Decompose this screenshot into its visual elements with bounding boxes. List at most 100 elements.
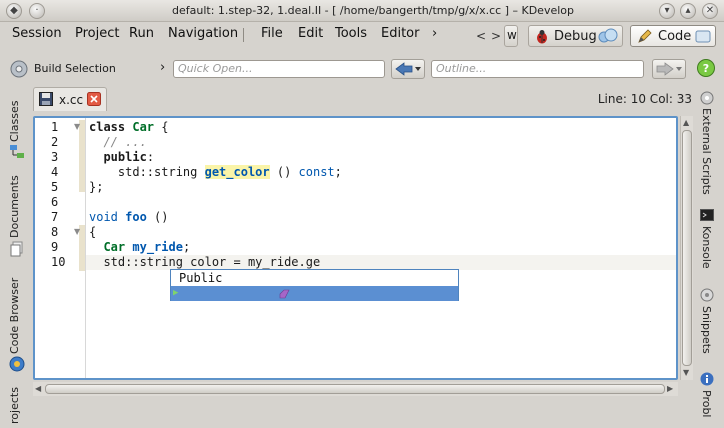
completion-group-header: Public bbox=[179, 271, 223, 285]
back-arrow-icon bbox=[395, 62, 421, 76]
konsole-icon[interactable] bbox=[700, 208, 714, 222]
menu-session[interactable]: Session bbox=[12, 26, 62, 41]
close-document-icon[interactable] bbox=[87, 92, 101, 106]
line-number: 6 bbox=[51, 195, 59, 209]
gutter-border bbox=[85, 118, 86, 378]
minimize-icon[interactable]: ▾ bbox=[659, 3, 675, 19]
scroll-down-icon[interactable]: ▼ bbox=[683, 368, 689, 377]
document-tab-label: x.cc bbox=[59, 93, 84, 107]
code-line[interactable]: Car my_ride; bbox=[89, 240, 190, 255]
problems-info-icon[interactable] bbox=[700, 372, 714, 386]
vertical-scroll-thumb[interactable] bbox=[682, 130, 692, 366]
left-dock-tab-classes[interactable]: Classes bbox=[8, 94, 21, 142]
left-dock-tab-code-browser[interactable]: Code Browser bbox=[8, 268, 21, 354]
code-line[interactable]: }; bbox=[89, 180, 103, 195]
quick-open-input[interactable]: Quick Open... bbox=[173, 60, 385, 78]
completion-item-qualifier: const bbox=[387, 361, 424, 375]
right-dock-tab-external-scripts[interactable]: External Scripts bbox=[700, 108, 713, 200]
code-line[interactable]: public: bbox=[89, 150, 154, 165]
toolbar-expand-icon[interactable]: › bbox=[160, 60, 165, 75]
completion-item-name: get_color() bbox=[297, 346, 377, 360]
menu-tools[interactable]: Tools bbox=[335, 26, 367, 41]
right-dock-tab-konsole[interactable]: Konsole bbox=[700, 226, 713, 278]
title-bar: ◆ · default: 1.step-32, 1.deal.II - [ /h… bbox=[0, 0, 724, 22]
scroll-up-icon[interactable]: ▲ bbox=[683, 118, 689, 127]
pencil-icon bbox=[638, 29, 652, 43]
code-line[interactable]: std::string get_color () const; bbox=[89, 165, 342, 180]
menu-file[interactable]: File bbox=[261, 26, 283, 41]
menu-overflow[interactable]: › bbox=[432, 26, 437, 41]
completion-item-type: std::string bbox=[187, 316, 267, 330]
area-truncated-label: w bbox=[507, 28, 517, 42]
fold-toggle-icon[interactable]: ▼ bbox=[74, 227, 80, 236]
document-tab-x-cc[interactable]: x.cc bbox=[33, 87, 107, 111]
cursor-position-label: Line: 10 Col: 33 bbox=[597, 92, 692, 106]
code-line[interactable]: std::string color = my_ride.ge bbox=[89, 255, 320, 270]
line-number: 3 bbox=[51, 150, 59, 164]
svg-text:?: ? bbox=[703, 62, 709, 75]
build-selection-label[interactable]: Build Selection bbox=[34, 62, 116, 75]
code-line[interactable]: class Car { bbox=[89, 120, 169, 135]
code-line[interactable]: { bbox=[89, 225, 96, 240]
menu-project[interactable]: Project bbox=[75, 26, 119, 41]
menu-navigation[interactable]: Navigation bbox=[168, 26, 238, 41]
left-dock-tab-documents[interactable]: Documents bbox=[8, 174, 21, 238]
window-title: default: 1.step-32, 1.deal.II - [ /home/… bbox=[172, 4, 574, 17]
code-area-app-icon bbox=[695, 30, 711, 43]
code-browser-icon[interactable] bbox=[9, 356, 25, 372]
editor-horizontal-scrollbar[interactable]: ◀ ▶ bbox=[33, 382, 678, 396]
bug-icon bbox=[537, 30, 547, 44]
menu-separator bbox=[243, 28, 244, 42]
documents-icon[interactable] bbox=[10, 241, 24, 257]
line-number: 1 bbox=[51, 120, 59, 134]
code-area-label: Code bbox=[658, 29, 692, 44]
code-line[interactable]: // ... bbox=[89, 135, 146, 150]
classes-icon[interactable] bbox=[9, 144, 25, 160]
line-number: 4 bbox=[51, 165, 59, 179]
code-editor[interactable]: 1 2 3 4 5 6 7 8 9 10 ▼ ▼ class Car { // … bbox=[33, 116, 678, 380]
close-icon[interactable]: ✕ bbox=[702, 3, 718, 19]
horizontal-scroll-thumb[interactable] bbox=[45, 384, 665, 394]
method-icon bbox=[279, 289, 290, 299]
fold-toggle-icon[interactable]: ▼ bbox=[74, 122, 80, 131]
external-scripts-icon[interactable] bbox=[700, 91, 714, 105]
line-number: 7 bbox=[51, 210, 59, 224]
line-number: 10 bbox=[51, 255, 66, 269]
maximize-icon[interactable]: ▴ bbox=[680, 3, 696, 19]
cloud-icon bbox=[598, 28, 618, 43]
outline-input[interactable]: Outline... bbox=[431, 60, 644, 78]
area-truncated-button[interactable]: w bbox=[504, 25, 518, 47]
right-dock-tab-problems[interactable]: Probl bbox=[700, 390, 713, 426]
editor-vertical-scrollbar[interactable]: ▲ ▼ bbox=[680, 116, 693, 380]
scroll-left-icon[interactable]: ◀ bbox=[35, 384, 41, 393]
completion-item-selected[interactable]: ▶ std::string get_color() const bbox=[171, 286, 458, 375]
line-number: 2 bbox=[51, 135, 59, 149]
expand-arrow-icon: ▶ bbox=[173, 288, 179, 298]
line-number: 8 bbox=[51, 225, 59, 239]
menu-edit[interactable]: Edit bbox=[298, 26, 323, 41]
help-icon[interactable]: ? bbox=[696, 58, 716, 78]
snippets-icon[interactable] bbox=[700, 288, 714, 302]
forward-arrow-icon bbox=[656, 62, 682, 76]
code-completion-popup[interactable]: Public ▶ std::string get_color() const bbox=[170, 269, 459, 375]
keep-on-top-icon[interactable]: · bbox=[29, 3, 45, 19]
debug-area-label: Debug bbox=[554, 29, 597, 44]
navigate-back-button[interactable] bbox=[391, 59, 425, 79]
code-area-button[interactable]: Code bbox=[630, 25, 716, 47]
line-number: 9 bbox=[51, 240, 59, 254]
window-menu-icon[interactable]: ◆ bbox=[6, 3, 22, 19]
navigate-forward-button[interactable] bbox=[652, 59, 686, 79]
debug-area-button[interactable]: Debug bbox=[528, 25, 623, 47]
scroll-right-icon[interactable]: ▶ bbox=[667, 384, 673, 393]
area-next-button[interactable]: > bbox=[491, 29, 501, 43]
right-dock-tab-snippets[interactable]: Snippets bbox=[700, 306, 713, 362]
line-number: 5 bbox=[51, 180, 59, 194]
main-toolbar: Build Selection › Quick Open... Outline.… bbox=[0, 54, 724, 84]
menu-run[interactable]: Run bbox=[129, 26, 154, 41]
left-dock-tab-projects[interactable]: rojects bbox=[8, 380, 21, 424]
menu-editor[interactable]: Editor bbox=[381, 26, 419, 41]
code-line[interactable]: void foo () bbox=[89, 210, 169, 225]
save-document-icon[interactable] bbox=[39, 92, 53, 106]
build-gear-icon[interactable] bbox=[9, 59, 29, 79]
area-prev-button[interactable]: < bbox=[476, 29, 486, 43]
